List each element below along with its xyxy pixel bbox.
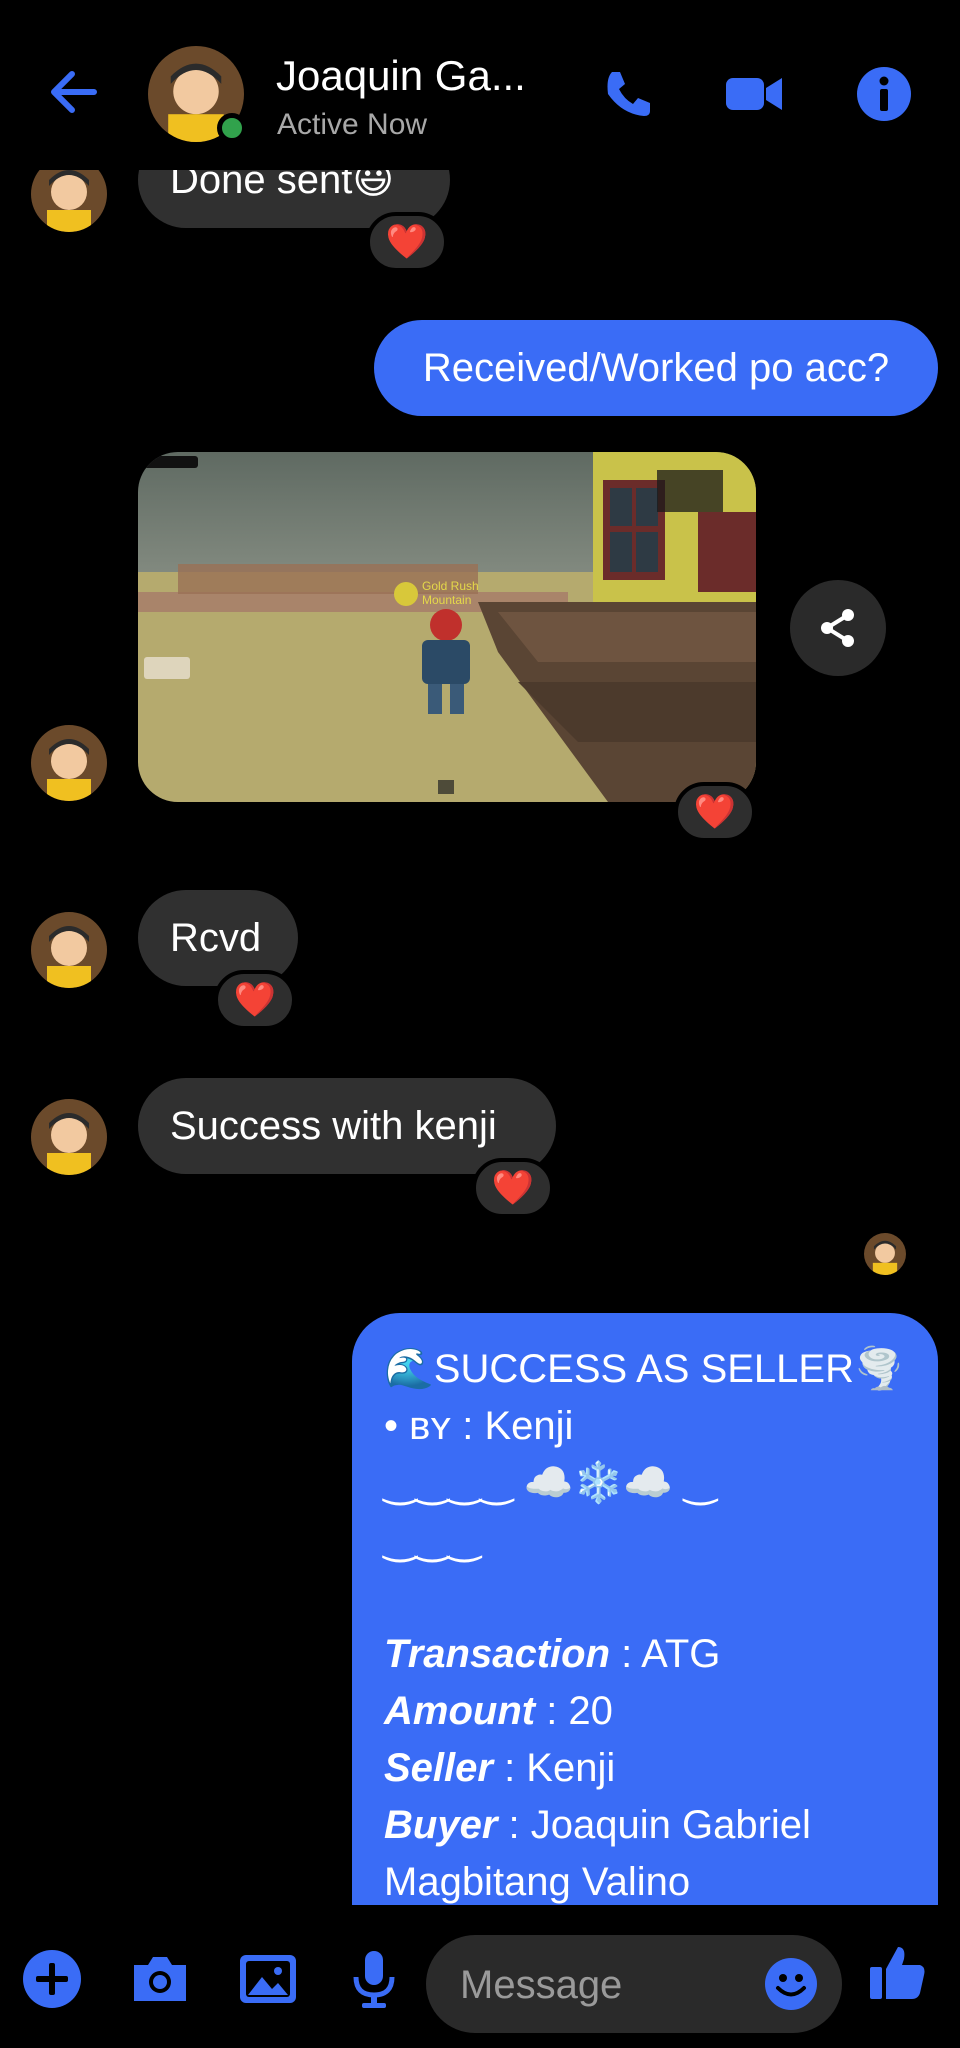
- message-text: Received/Worked po acc?: [422, 345, 890, 390]
- thumbs-up-icon[interactable]: [866, 1941, 930, 2005]
- sign-text: Gold Rush: [422, 579, 479, 593]
- chat-area[interactable]: Done sent😃 ❤️ Received/Worked po acc? Go…: [0, 0, 960, 1905]
- reaction-badge[interactable]: ❤️: [366, 212, 448, 272]
- receipt-by-label: • ʙʏ: [384, 1404, 452, 1448]
- receipt-title: 🌊SUCCESS AS SELLER🌪️: [384, 1347, 904, 1391]
- receipt-by-line: • ʙʏ : Kenji: [384, 1398, 906, 1455]
- online-indicator: [217, 113, 247, 143]
- info-icon[interactable]: [854, 64, 914, 124]
- receipt-decoration: ‿‿‿‿ ☁️❄️☁️ ‿: [384, 1461, 717, 1505]
- receipt-spacer: [384, 1569, 906, 1626]
- message-bubble-outgoing[interactable]: Received/Worked po acc?: [374, 320, 938, 416]
- phone-icon[interactable]: [598, 64, 658, 124]
- chat-header: Joaquin Ga... Active Now: [0, 0, 960, 170]
- reaction-badge[interactable]: ❤️: [214, 970, 296, 1030]
- receipt-transaction: Transaction : ATG: [384, 1626, 906, 1683]
- message-text: Rcvd: [170, 915, 262, 960]
- receipt-buyer-cont: Magbitang Valino: [384, 1860, 691, 1904]
- image-icon[interactable]: [236, 1947, 300, 2011]
- amount-value: : 20: [535, 1689, 613, 1733]
- microphone-icon[interactable]: [342, 1947, 406, 2011]
- message-input[interactable]: Message: [426, 1935, 842, 2033]
- reaction-badge[interactable]: ❤️: [674, 782, 756, 842]
- seller-label: Seller: [384, 1746, 493, 1790]
- back-arrow-icon[interactable]: [44, 62, 104, 122]
- seller-value: : Kenji: [492, 1746, 616, 1790]
- composer-bar: Message: [0, 1905, 960, 2048]
- heart-icon: ❤️: [385, 223, 429, 261]
- receipt-decoration: ‿‿‿: [384, 1518, 481, 1562]
- shared-photo[interactable]: Gold Rush Mountain: [138, 452, 756, 802]
- message-placeholder: Message: [460, 1963, 623, 2007]
- receipt-by-value: : Kenji: [451, 1404, 574, 1448]
- heart-icon: ❤️: [233, 981, 277, 1019]
- reaction-badge[interactable]: ❤️: [472, 1158, 554, 1218]
- share-icon: [821, 609, 854, 647]
- buyer-value: : Joaquin Gabriel: [497, 1803, 811, 1847]
- emoji-icon[interactable]: [764, 1957, 818, 2011]
- plus-icon[interactable]: [20, 1947, 84, 2011]
- seen-avatar: [864, 1233, 906, 1275]
- share-button[interactable]: [790, 580, 886, 676]
- message-bubble-outgoing-receipt[interactable]: 🌊SUCCESS AS SELLER🌪️ • ʙʏ : Kenji ‿‿‿‿ ☁…: [352, 1313, 938, 1905]
- contact-avatar[interactable]: [31, 912, 107, 988]
- heart-icon: ❤️: [491, 1169, 535, 1207]
- camera-icon[interactable]: [128, 1947, 192, 2011]
- contact-status: Active Now: [277, 108, 428, 141]
- amount-label: Amount: [384, 1689, 536, 1733]
- buyer-label: Buyer: [384, 1803, 498, 1847]
- contact-name[interactable]: Joaquin Ga...: [276, 52, 526, 100]
- video-camera-icon[interactable]: [724, 64, 784, 124]
- transaction-label: Transaction: [384, 1632, 610, 1676]
- game-screenshot: Gold Rush Mountain: [138, 452, 756, 802]
- heart-icon: ❤️: [693, 793, 737, 831]
- receipt-amount: Amount : 20: [384, 1683, 906, 1740]
- sign-sub: Mountain: [422, 593, 471, 607]
- receipt-seller: Seller : Kenji: [384, 1740, 906, 1797]
- transaction-value: : ATG: [610, 1632, 721, 1676]
- contact-avatar[interactable]: [31, 725, 107, 801]
- contact-avatar[interactable]: [31, 1099, 107, 1175]
- message-text: Success with kenji: [170, 1103, 497, 1148]
- receipt-buyer: Buyer : Joaquin Gabriel: [384, 1797, 906, 1854]
